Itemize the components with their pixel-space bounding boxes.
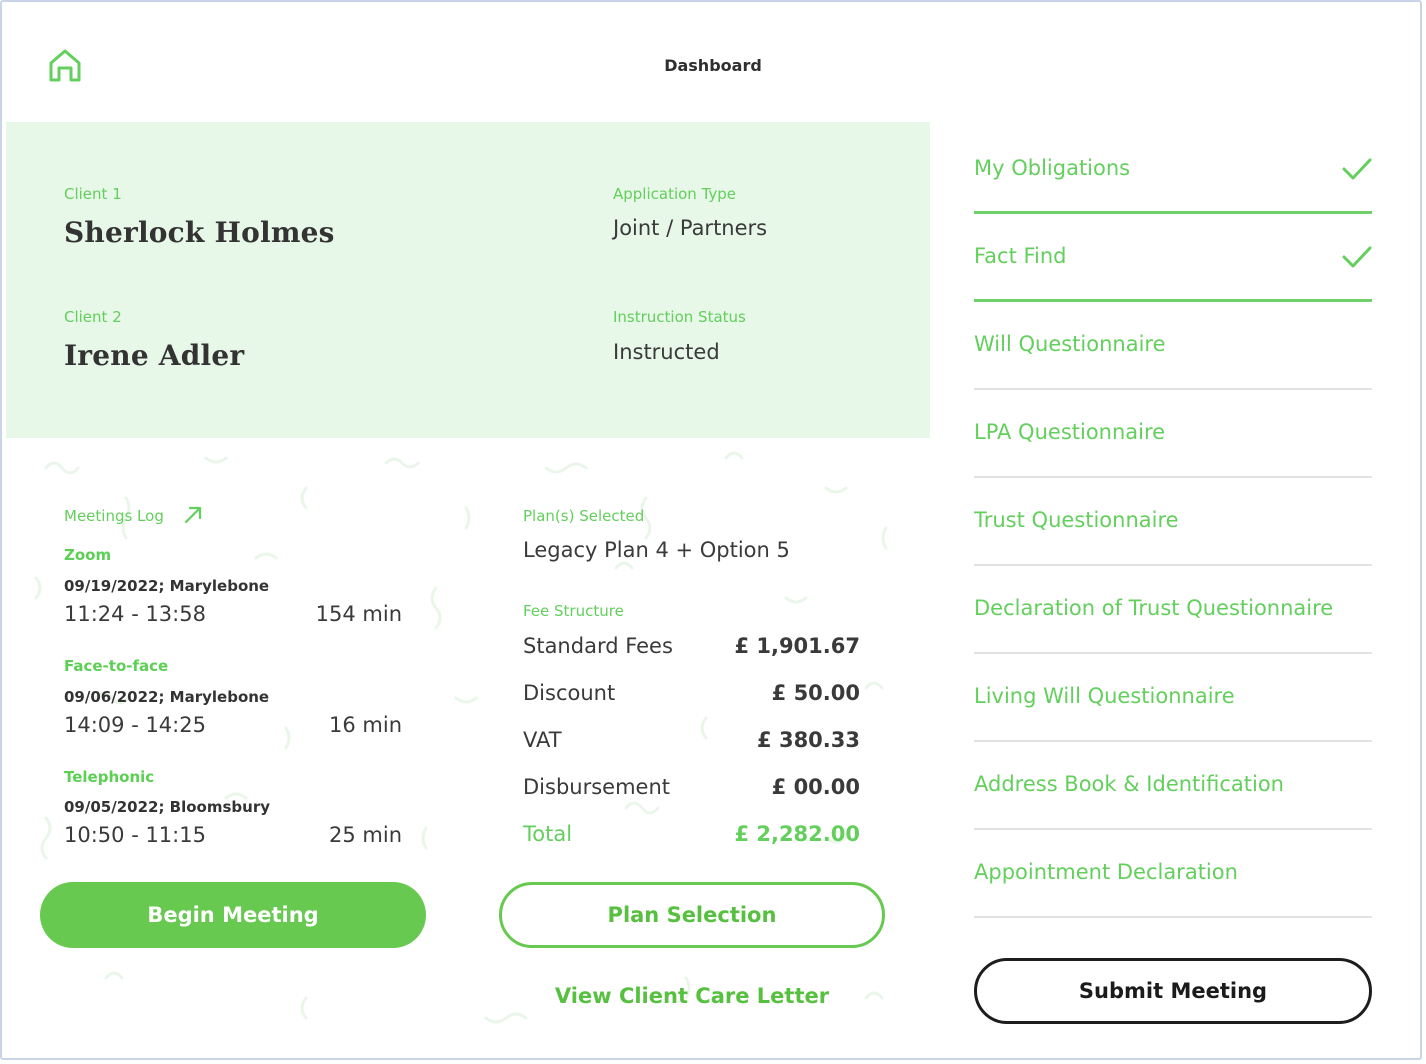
instruction-status-value: Instructed — [613, 340, 720, 364]
meeting-duration: 25 min — [329, 823, 402, 847]
client1-label: Client 1 — [64, 185, 122, 203]
fee-label: Disbursement — [523, 775, 670, 799]
client-info-panel — [6, 122, 930, 438]
instruction-status-label: Instruction Status — [613, 308, 746, 326]
fee-label: VAT — [523, 728, 562, 752]
meeting-date: 09/05/2022; Bloomsbury — [64, 798, 271, 816]
task-my-obligations[interactable]: My Obligations — [974, 126, 1372, 214]
submit-meeting-button[interactable]: Submit Meeting — [974, 958, 1372, 1024]
meeting-date: 09/06/2022; Marylebone — [64, 688, 270, 706]
page-title: Dashboard — [664, 56, 762, 75]
task-appointment-declaration[interactable]: Appointment Declaration — [974, 830, 1372, 918]
plan-selected-label: Plan(s) Selected — [523, 507, 645, 525]
fee-label: Standard Fees — [523, 634, 673, 658]
meeting-date: 09/19/2022; Marylebone — [64, 577, 270, 595]
total-value: £ 2,282.00 — [734, 822, 860, 846]
meetings-log-label: Meetings Log — [64, 507, 164, 525]
checkmark-icon — [1342, 246, 1372, 268]
plan-selected-value: Legacy Plan 4 + Option 5 — [523, 538, 790, 562]
meeting-duration: 16 min — [329, 713, 402, 737]
total-label: Total — [523, 822, 573, 846]
task-will-questionnaire[interactable]: Will Questionnaire — [974, 302, 1372, 390]
client2-label: Client 2 — [64, 308, 122, 326]
fee-value: £ 1,901.67 — [734, 634, 860, 658]
meeting-type: Zoom — [64, 546, 112, 564]
task-label: Living Will Questionnaire — [974, 684, 1235, 708]
client1-name: Sherlock Holmes — [64, 216, 335, 249]
plan-selection-button[interactable]: Plan Selection — [499, 882, 885, 948]
meeting-time: 11:24 - 13:58 — [64, 602, 206, 626]
meeting-type: Face-to-face — [64, 657, 169, 675]
task-address-book-identification[interactable]: Address Book & Identification — [974, 742, 1372, 830]
fee-value: £ 380.33 — [757, 728, 860, 752]
application-type-value: Joint / Partners — [613, 216, 768, 240]
task-label: Fact Find — [974, 244, 1067, 268]
task-label: Appointment Declaration — [974, 860, 1238, 884]
task-label: Declaration of Trust Questionnaire — [974, 596, 1334, 620]
task-label: LPA Questionnaire — [974, 420, 1166, 444]
application-type-label: Application Type — [613, 185, 737, 203]
checkmark-icon — [1342, 158, 1372, 180]
task-fact-find[interactable]: Fact Find — [974, 214, 1372, 302]
task-declaration-of-trust-questionnaire[interactable]: Declaration of Trust Questionnaire — [974, 566, 1372, 654]
meeting-time: 14:09 - 14:25 — [64, 713, 206, 737]
meeting-time: 10:50 - 11:15 — [64, 823, 206, 847]
external-link-arrow-icon[interactable] — [183, 505, 203, 525]
meeting-type: Telephonic — [64, 768, 155, 786]
fee-value: £ 00.00 — [771, 775, 860, 799]
task-label: Address Book & Identification — [974, 772, 1284, 796]
client2-name: Irene Adler — [64, 339, 245, 372]
task-trust-questionnaire[interactable]: Trust Questionnaire — [974, 478, 1372, 566]
view-client-care-letter-link[interactable]: View Client Care Letter — [499, 984, 885, 1008]
task-lpa-questionnaire[interactable]: LPA Questionnaire — [974, 390, 1372, 478]
task-label: Trust Questionnaire — [974, 508, 1179, 532]
task-label: Will Questionnaire — [974, 332, 1166, 356]
task-label: My Obligations — [974, 156, 1131, 180]
task-living-will-questionnaire[interactable]: Living Will Questionnaire — [974, 654, 1372, 742]
fee-structure-label: Fee Structure — [523, 602, 624, 620]
fee-value: £ 50.00 — [771, 681, 860, 705]
begin-meeting-button[interactable]: Begin Meeting — [40, 882, 426, 948]
meeting-duration: 154 min — [315, 602, 402, 626]
fee-label: Discount — [523, 681, 616, 705]
